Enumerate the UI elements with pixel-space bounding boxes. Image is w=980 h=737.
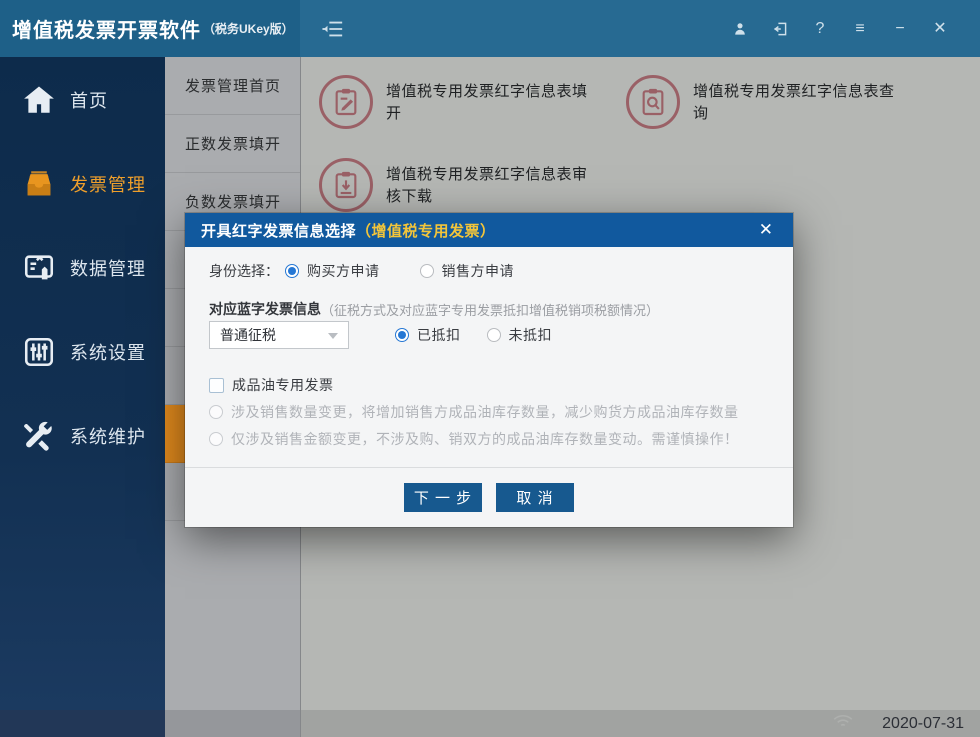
identity-label: 身份选择： [209, 263, 279, 279]
dialog-title: 开具红字发票信息选择（增值税专用发票） [201, 220, 496, 241]
home-icon [22, 83, 56, 117]
card-label: 增值税专用发票红字信息表审核下载 [386, 166, 588, 205]
blue-invoice-label: 对应蓝字发票信息 [209, 301, 321, 317]
radio-label: 销售方申请 [441, 263, 514, 279]
dialog-close-icon[interactable]: ✕ [755, 220, 777, 240]
radio-deducted[interactable]: 已抵扣 [395, 325, 461, 345]
radio-buyer-apply[interactable]: 购买方申请 [285, 261, 380, 281]
title-bar-right: ? ≡ − ✕ [300, 0, 980, 57]
radio-disabled-icon[interactable] [209, 405, 223, 419]
minimize-icon[interactable]: − [880, 0, 920, 57]
sidebar-item-data-management[interactable]: 数据管理 [0, 248, 165, 288]
dialog-divider [185, 467, 793, 468]
wifi-icon [832, 714, 854, 733]
oil-invoice-checkbox-row[interactable]: 成品油专用发票 [209, 375, 334, 395]
submenu-item-label: 正数发票填开 [185, 136, 282, 153]
radio-disabled-icon[interactable] [209, 432, 223, 446]
sidebar-item-label: 发票管理 [70, 175, 146, 195]
title-bar: 增值税发票开票软件 （税务UKey版） ? ≡ − ✕ [0, 0, 980, 57]
tax-mode-row: 普通征税 已抵扣 未抵扣 [209, 321, 552, 349]
next-step-button[interactable]: 下 一 步 [404, 483, 482, 512]
user-icon[interactable] [720, 0, 760, 57]
sidebar-item-label: 数据管理 [70, 259, 146, 279]
oil-invoice-checkbox[interactable] [209, 377, 224, 393]
radio-unselected-icon[interactable] [419, 264, 434, 278]
window-controls: ? ≡ − ✕ [720, 0, 960, 57]
app-edition: （税务UKey版） [203, 22, 294, 36]
card-red-letter-fill[interactable]: 增值税专用发票红字信息表填开 [319, 75, 619, 129]
card-label: 增值税专用发票红字信息表查询 [693, 83, 895, 122]
radio-unselected-icon[interactable] [486, 328, 501, 342]
dialog-header: 开具红字发票信息选择（增值税专用发票） ✕ [185, 213, 793, 247]
submenu-item-label: 负数发票填开 [185, 194, 282, 211]
submenu-item-positive-invoice[interactable]: 正数发票填开 [165, 115, 300, 173]
blue-invoice-note: （征税方式及对应蓝字专用发票抵扣增值税销项税额情况） [321, 302, 660, 318]
app-title: 增值税发票开票软件 [12, 20, 201, 42]
radio-not-deducted[interactable]: 未抵扣 [486, 325, 553, 345]
oil-option-quantity-change[interactable]: 涉及销售数量变更，将增加销售方成品油库存数量，减少购货方成品油库存数量 [209, 402, 739, 422]
help-icon[interactable]: ? [800, 0, 840, 57]
radio-label: 涉及销售数量变更，将增加销售方成品油库存数量，减少购货方成品油库存数量 [231, 404, 739, 420]
red-letter-info-dialog: 开具红字发票信息选择（增值税专用发票） ✕ 身份选择： 购买方申请 销售方申请 … [185, 213, 793, 527]
sidebar-item-invoice-management[interactable]: 发票管理 [0, 164, 165, 204]
radio-label: 购买方申请 [307, 263, 380, 279]
status-bar-left [0, 710, 165, 737]
clipboard-download-icon [319, 158, 373, 212]
dialog-title-highlight: （增值税专用发票） [356, 222, 496, 240]
clipboard-search-icon [626, 75, 680, 129]
logout-icon[interactable] [760, 0, 800, 57]
collapse-sidebar-icon[interactable] [322, 19, 344, 39]
menu-icon[interactable]: ≡ [840, 0, 880, 57]
status-bar-mid [165, 710, 300, 737]
tax-mode-value: 普通征税 [220, 327, 276, 343]
radio-selected-icon[interactable] [285, 264, 299, 278]
card-red-letter-audit-download[interactable]: 增值税专用发票红字信息表审核下载 [319, 158, 619, 212]
dialog-buttons: 下 一 步 取 消 [185, 483, 793, 512]
dialog-title-text: 开具红字发票信息选择 [201, 222, 357, 240]
card-label: 增值税专用发票红字信息表填开 [386, 83, 588, 122]
cancel-button[interactable]: 取 消 [496, 483, 574, 512]
radio-label: 未抵扣 [508, 327, 552, 343]
status-bar: 2020-07-31 [0, 710, 980, 737]
radio-label: 仅涉及销售金额变更，不涉及购、销双方的成品油库存数量变动。需谨慎操作！ [231, 431, 739, 447]
app-title-area: 增值税发票开票软件 （税务UKey版） [0, 0, 300, 57]
main-sidebar: 首页 发票管理 数据管理 系统设置 系统维护 [0, 57, 165, 710]
sidebar-item-label: 系统设置 [70, 343, 146, 363]
sidebar-item-system-settings[interactable]: 系统设置 [0, 332, 165, 372]
sidebar-item-system-maintenance[interactable]: 系统维护 [0, 416, 165, 456]
sidebar-item-label: 首页 [70, 91, 108, 111]
sidebar-item-label: 系统维护 [70, 427, 146, 447]
chevron-down-icon [328, 333, 338, 339]
blue-invoice-label-row: 对应蓝字发票信息 （征税方式及对应蓝字专用发票抵扣增值税销项税额情况） [209, 299, 659, 319]
dialog-body: 身份选择： 购买方申请 销售方申请 对应蓝字发票信息 （征税方式及对应蓝字专用发… [185, 247, 793, 527]
invoice-icon [22, 167, 56, 201]
card-red-letter-query[interactable]: 增值税专用发票红字信息表查询 [626, 75, 926, 129]
radio-selected-icon[interactable] [395, 328, 409, 342]
status-bar-right: 2020-07-31 [300, 710, 980, 737]
radio-label: 已抵扣 [417, 327, 461, 343]
clipboard-edit-icon [319, 75, 373, 129]
submenu-item-label: 发票管理首页 [185, 78, 282, 95]
tax-mode-dropdown[interactable]: 普通征税 [209, 321, 349, 349]
data-icon [22, 251, 56, 285]
oil-invoice-checkbox-label: 成品油专用发票 [232, 377, 334, 393]
oil-option-amount-change[interactable]: 仅涉及销售金额变更，不涉及购、销双方的成品油库存数量变动。需谨慎操作！ [209, 429, 739, 449]
tools-icon [22, 419, 56, 453]
submenu-item-invoice-home[interactable]: 发票管理首页 [165, 57, 300, 115]
radio-seller-apply[interactable]: 销售方申请 [419, 261, 515, 281]
sidebar-item-home[interactable]: 首页 [0, 80, 165, 120]
close-icon[interactable]: ✕ [920, 0, 960, 57]
settings-icon [22, 335, 56, 369]
identity-row: 身份选择： 购买方申请 销售方申请 [209, 261, 514, 281]
status-date: 2020-07-31 [882, 714, 964, 732]
